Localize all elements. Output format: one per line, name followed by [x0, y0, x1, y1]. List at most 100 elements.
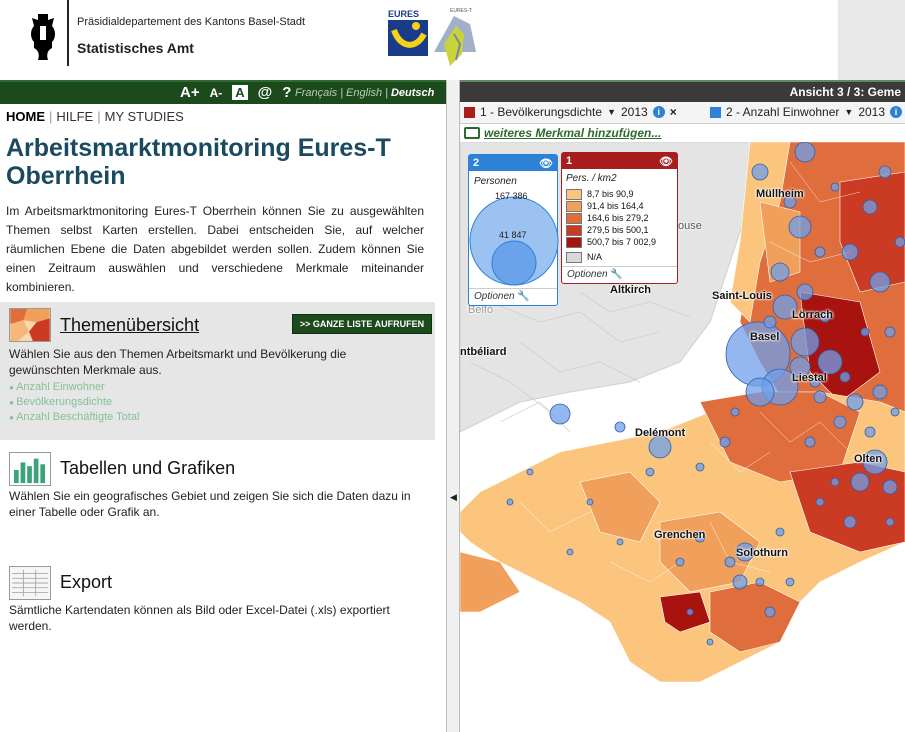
show-full-list-button[interactable]: >> GANZE LISTE AUFRUFEN	[292, 314, 432, 334]
left-panel: A+ A- A @ ? Français | English | Deutsch HOM…	[0, 80, 446, 732]
eures-logo-text: EURES	[388, 9, 419, 19]
class-label: 279,5 bis 500,1	[587, 225, 649, 235]
class-swatch	[566, 236, 582, 248]
office-name: Statistisches Amt	[77, 40, 194, 56]
map-layer-bar: 1 - Bevölkerungsdichte ▼ 2013 i × 2 - An…	[460, 102, 905, 124]
class-swatch	[566, 224, 582, 236]
circle-legend-max: 167 386	[495, 191, 528, 201]
wrench-icon[interactable]: 🔧	[610, 269, 622, 280]
circle-legend-mid: 41 847	[499, 230, 527, 240]
city-label: Grenchen	[654, 529, 706, 541]
city-label: Delémont	[635, 427, 686, 439]
panel-splitter[interactable]: ◀	[446, 80, 460, 732]
theme-item-inhabitants[interactable]: Anzahl Einwohner	[9, 380, 139, 395]
language-english[interactable]: English	[346, 87, 382, 99]
department-name: Präsidialdepartement des Kantons Basel-S…	[77, 16, 306, 28]
city-label: ntbéliard	[460, 346, 507, 358]
collapse-arrow-icon[interactable]: ◀	[450, 492, 457, 503]
class-swatch	[566, 188, 582, 200]
circle-legend-number: 2	[473, 157, 480, 169]
language-switcher: Français | English | Deutsch	[295, 87, 435, 99]
eures-t-logo[interactable]: EURES-T	[430, 4, 480, 74]
nav-home[interactable]: HOME	[6, 109, 45, 124]
class-label: 91,4 bis 164,4	[587, 201, 644, 211]
density-class: N/A	[566, 251, 656, 263]
language-german[interactable]: Deutsch	[391, 87, 434, 99]
map-thumbnail-icon[interactable]	[9, 308, 51, 342]
tables-charts-desc: Wählen Sie ein geografisches Gebiet und …	[9, 489, 411, 519]
layer1-color-swatch	[464, 106, 475, 118]
info-icon[interactable]: i	[890, 106, 903, 118]
density-legend-unit: Pers. / km2	[566, 173, 617, 184]
nav-help[interactable]: HILFE	[56, 109, 93, 124]
add-feature-link[interactable]: weiteres Merkmal hinzufügen...	[460, 124, 905, 142]
layer1-selector[interactable]: 1 - Bevölkerungsdichte ▼ 2013 i ×	[464, 105, 677, 119]
eye-icon[interactable]: 👁	[659, 154, 673, 170]
options-label[interactable]: Optionen	[567, 269, 608, 280]
density-legend[interactable]: 1 👁 Pers. / km2 8,7 bis 90,9 91,4 bis 164…	[561, 152, 678, 284]
density-class: 91,4 bis 164,4	[566, 200, 656, 212]
wrench-icon[interactable]: 🔧	[517, 291, 529, 302]
class-label: 8,7 bis 90,9	[587, 189, 634, 199]
header-gray-area	[838, 0, 905, 80]
contact-button[interactable]: @	[258, 84, 273, 101]
page-title: Arbeitsmarktmonitoring Eures-T Oberrhein	[6, 134, 391, 190]
circle-legend-options[interactable]: Optionen 🔧	[469, 288, 557, 305]
contrast-button[interactable]: A	[232, 85, 248, 100]
class-label: 500,7 bis 7 002,9	[587, 237, 657, 247]
export-title[interactable]: Export	[60, 572, 112, 593]
layer1-label[interactable]: 1 - Bevölkerungsdichte	[480, 105, 602, 119]
layer1-year[interactable]: 2013	[621, 105, 648, 119]
add-feature-label[interactable]: weiteres Merkmal hinzufügen...	[484, 126, 661, 140]
city-label: Altkirch	[610, 284, 651, 296]
layer2-color-swatch	[710, 106, 721, 118]
basel-crest-icon[interactable]	[26, 12, 60, 64]
density-legend-number: 1	[566, 155, 573, 167]
class-swatch	[566, 251, 582, 263]
eures-logo[interactable]: EURES	[386, 8, 430, 58]
language-french[interactable]: Français	[295, 87, 337, 99]
chevron-down-icon[interactable]: ▼	[607, 107, 616, 117]
class-swatch	[566, 200, 582, 212]
site-header: Präsidialdepartement des Kantons Basel-S…	[0, 0, 905, 80]
font-decrease-button[interactable]: A-	[210, 86, 223, 100]
class-label: 164,6 bis 279,2	[587, 213, 649, 223]
city-label: Solothurn	[736, 547, 788, 559]
layer2-selector[interactable]: 2 - Anzahl Einwohner ▼ 2013 i	[710, 105, 903, 119]
theme-overview-title[interactable]: Themenübersicht	[60, 315, 199, 336]
theme-list: Anzahl Einwohner Bevölkerungsdichte Anza…	[9, 380, 139, 425]
density-class: 500,7 bis 7 002,9	[566, 236, 656, 248]
city-label: Lörrach	[792, 309, 833, 321]
info-icon[interactable]: i	[652, 106, 665, 118]
help-button[interactable]: ?	[282, 84, 291, 101]
map-view-bar: Ansicht 3 / 3: Geme	[460, 80, 905, 102]
intro-text: Im Arbeitsmarktmonitoring Eures-T Oberrh…	[6, 204, 424, 294]
layer2-label[interactable]: 2 - Anzahl Einwohner	[726, 105, 839, 119]
theme-item-density[interactable]: Bevölkerungsdichte	[9, 395, 139, 410]
eures-t-logo-text: EURES-T	[450, 8, 472, 14]
accessibility-toolbar: A+ A- A @ ? Français | English | Deutsch	[0, 80, 446, 104]
eye-icon[interactable]: 👁	[539, 156, 553, 172]
tables-charts-title[interactable]: Tabellen und Grafiken	[60, 458, 235, 479]
layer2-year[interactable]: 2013	[858, 105, 885, 119]
density-legend-options[interactable]: Optionen 🔧	[562, 266, 677, 283]
map-view-label[interactable]: Ansicht 3 / 3: Geme	[790, 85, 901, 99]
class-swatch	[566, 212, 582, 224]
font-increase-button[interactable]: A+	[180, 84, 200, 101]
density-class: 279,5 bis 500,1	[566, 224, 656, 236]
class-label: N/A	[587, 252, 603, 262]
theme-item-employees[interactable]: Anzahl Beschäftigte Total	[9, 410, 139, 425]
nav-my-studies[interactable]: MY STUDIES	[105, 109, 184, 124]
chevron-down-icon[interactable]: ▼	[844, 107, 853, 117]
folder-icon	[464, 127, 480, 139]
density-class: 8,7 bis 90,9	[566, 188, 656, 200]
city-label: Olten	[854, 453, 883, 465]
spreadsheet-icon[interactable]	[9, 566, 51, 600]
city-label: ouse	[678, 220, 702, 232]
bar-chart-icon[interactable]	[9, 452, 51, 486]
city-label: Liestal	[792, 372, 827, 384]
close-icon[interactable]: ×	[670, 105, 677, 119]
export-desc: Sämtliche Kartendaten können als Bild od…	[9, 603, 390, 633]
circle-legend[interactable]: 2 👁 Personen 167 386 41 847 Optionen 🔧	[468, 154, 559, 306]
options-label[interactable]: Optionen	[474, 291, 515, 302]
